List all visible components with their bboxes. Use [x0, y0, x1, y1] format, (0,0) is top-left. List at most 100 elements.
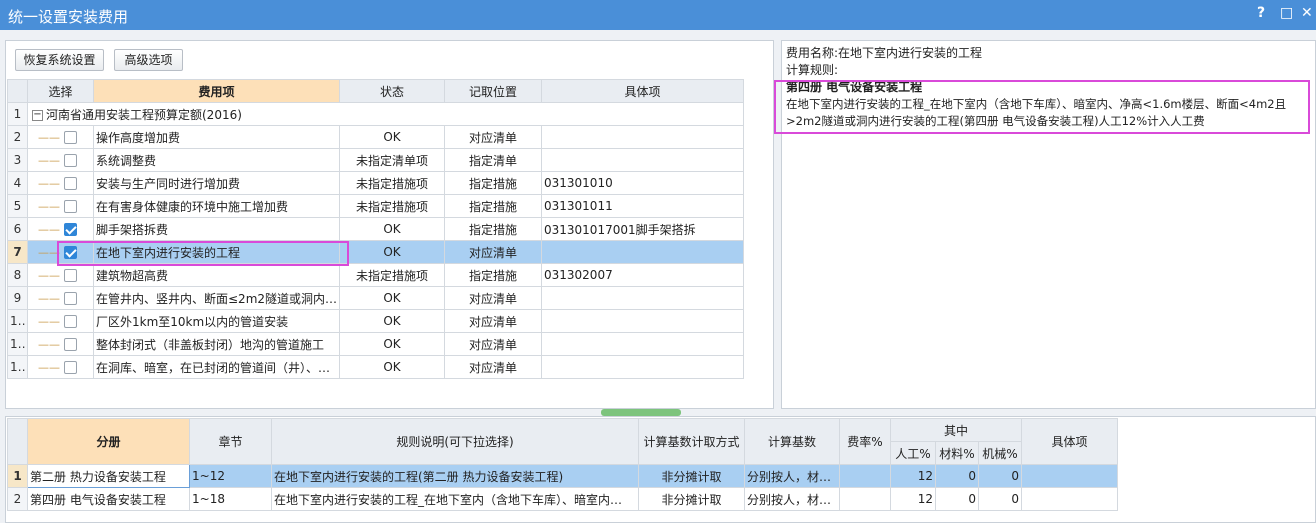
fee-item-cell[interactable]: 脚手架搭拆费 — [93, 217, 340, 241]
rate-cell[interactable] — [839, 464, 891, 488]
fee-item-cell[interactable]: 厂区外1km至10km以内的管道安装 — [93, 309, 340, 333]
select-checkbox[interactable] — [63, 177, 77, 190]
col-header-labor[interactable]: 人工% — [890, 441, 936, 465]
select-checkbox[interactable] — [63, 361, 77, 374]
chapter-cell[interactable]: 1~12 — [189, 464, 272, 488]
fee-item-cell[interactable]: 系统调整费 — [93, 148, 340, 172]
base-cell[interactable]: 分别按人，材，机取费 — [744, 487, 840, 511]
table-row[interactable]: 7 —— 在地下室内进行安装的工程 OK 对应清单 — [7, 240, 744, 264]
table-row[interactable]: 11 —— 整体封闭式（非盖板封闭）地沟的管道施工 OK 对应清单 — [7, 332, 744, 356]
chapter-cell[interactable]: 1~18 — [189, 487, 272, 511]
select-checkbox[interactable] — [63, 154, 77, 167]
col-header-rule[interactable]: 规则说明(可下拉选择) — [271, 418, 639, 465]
advanced-options-button[interactable]: 高级选项 — [114, 49, 183, 71]
maximize-icon[interactable]: □ — [1280, 5, 1293, 21]
detail-cell[interactable] — [541, 355, 744, 379]
select-checkbox[interactable] — [63, 246, 77, 259]
detail-cell[interactable] — [541, 286, 744, 310]
detail-cell[interactable]: 031302007 — [541, 263, 744, 287]
volume-cell[interactable]: 第四册 电气设备安装工程 — [27, 487, 190, 511]
position-cell[interactable]: 对应清单 — [444, 286, 542, 310]
fee-item-cell[interactable]: 建筑物超高费 — [93, 263, 340, 287]
detail-cell[interactable] — [541, 240, 744, 264]
fee-item-cell[interactable]: 在洞库、暗室，在已封闭的管道间（井）、… — [93, 355, 340, 379]
position-cell[interactable]: 对应清单 — [444, 240, 542, 264]
col-header-detail[interactable]: 具体项 — [1021, 418, 1118, 465]
rule-cell[interactable]: 在地下室内进行安装的工程(第二册 热力设备安装工程) — [271, 464, 639, 488]
col-header-detail[interactable]: 具体项 — [541, 79, 744, 103]
table-row[interactable]: 4 —— 安装与生产同时进行增加费 未指定措施项 指定措施 031301010 — [7, 171, 744, 195]
labor-cell[interactable]: 12 — [890, 487, 936, 511]
detail-cell[interactable] — [541, 148, 744, 172]
machine-cell[interactable]: 0 — [978, 464, 1022, 488]
fee-item-cell[interactable]: 整体封闭式（非盖板封闭）地沟的管道施工 — [93, 332, 340, 356]
method-cell[interactable]: 非分摊计取 — [638, 487, 745, 511]
select-checkbox[interactable] — [63, 131, 77, 144]
position-cell[interactable]: 对应清单 — [444, 355, 542, 379]
position-cell[interactable]: 对应清单 — [444, 309, 542, 333]
base-cell[interactable]: 分别按人，材，机取费 — [744, 464, 840, 488]
fee-item-cell[interactable]: 操作高度增加费 — [93, 125, 340, 149]
help-icon[interactable]: ? — [1257, 5, 1265, 21]
col-header-select[interactable]: 选择 — [27, 79, 94, 103]
table-row[interactable]: 9 —— 在管井内、竖井内、断面≤2m2隧道或洞内… OK 对应清单 — [7, 286, 744, 310]
table-row[interactable]: 2 第四册 电气设备安装工程 1~18 在地下室内进行安装的工程_在地下室内（含地下车… — [7, 487, 1118, 511]
position-cell[interactable]: 指定措施 — [444, 171, 542, 195]
table-row[interactable]: 6 —— 脚手架搭拆费 OK 指定措施 031301017001脚手架搭拆 — [7, 217, 744, 241]
table-row[interactable]: 5 —— 在有害身体健康的环境中施工增加费 未指定措施项 指定措施 031301011 — [7, 194, 744, 218]
col-header-material[interactable]: 材料% — [935, 441, 979, 465]
machine-cell[interactable]: 0 — [978, 487, 1022, 511]
material-cell[interactable]: 0 — [935, 487, 979, 511]
table-row[interactable]: 12 —— 在洞库、暗室，在已封闭的管道间（井）、… OK 对应清单 — [7, 355, 744, 379]
rule-cell[interactable]: 在地下室内进行安装的工程_在地下室内（含地下车库）、暗室内… — [271, 487, 639, 511]
position-cell[interactable]: 指定措施 — [444, 263, 542, 287]
position-cell[interactable]: 指定措施 — [444, 194, 542, 218]
col-header-position[interactable]: 记取位置 — [444, 79, 542, 103]
panel-splitter-handle[interactable] — [601, 409, 681, 416]
col-header-chapter[interactable]: 章节 — [189, 418, 272, 465]
table-row[interactable]: 10 —— 厂区外1km至10km以内的管道安装 OK 对应清单 — [7, 309, 744, 333]
detail-cell[interactable] — [541, 332, 744, 356]
col-header-volume[interactable]: 分册 — [27, 418, 190, 465]
detail-cell[interactable]: 031301011 — [541, 194, 744, 218]
select-checkbox[interactable] — [63, 223, 77, 236]
position-cell[interactable]: 指定清单 — [444, 148, 542, 172]
select-checkbox[interactable] — [63, 338, 77, 351]
fee-item-cell[interactable]: 在地下室内进行安装的工程 — [93, 240, 340, 264]
volume-cell[interactable]: 第二册 热力设备安装工程 — [27, 464, 190, 488]
col-header-status[interactable]: 状态 — [339, 79, 445, 103]
detail-cell[interactable] — [541, 309, 744, 333]
position-cell[interactable]: 对应清单 — [444, 125, 542, 149]
close-icon[interactable]: ✕ — [1301, 5, 1313, 21]
table-row[interactable]: 8 —— 建筑物超高费 未指定措施项 指定措施 031302007 — [7, 263, 744, 287]
col-header-base[interactable]: 计算基数 — [744, 418, 840, 465]
col-header-machine[interactable]: 机械% — [978, 441, 1022, 465]
material-cell[interactable]: 0 — [935, 464, 979, 488]
col-header-fee-item[interactable]: 费用项 — [93, 79, 340, 103]
table-row[interactable]: 1 第二册 热力设备安装工程 1~12 在地下室内进行安装的工程(第二册 热力设备安装… — [7, 464, 1118, 488]
detail-cell[interactable] — [541, 125, 744, 149]
rate-cell[interactable] — [839, 487, 891, 511]
fee-item-cell[interactable]: 安装与生产同时进行增加费 — [93, 171, 340, 195]
collapse-icon[interactable]: − — [32, 109, 43, 121]
labor-cell[interactable]: 12 — [890, 464, 936, 488]
select-checkbox[interactable] — [63, 315, 77, 328]
select-checkbox[interactable] — [63, 292, 77, 305]
group-row[interactable]: 1 − 河南省通用安装工程预算定额(2016) — [7, 102, 744, 126]
detail-cell[interactable] — [1021, 464, 1118, 488]
fee-item-cell[interactable]: 在有害身体健康的环境中施工增加费 — [93, 194, 340, 218]
detail-cell[interactable] — [1021, 487, 1118, 511]
restore-system-settings-button[interactable]: 恢复系统设置 — [15, 49, 104, 71]
col-header-method[interactable]: 计算基数计取方式 — [638, 418, 745, 465]
position-cell[interactable]: 对应清单 — [444, 332, 542, 356]
table-row[interactable]: 2 —— 操作高度增加费 OK 对应清单 — [7, 125, 744, 149]
fee-item-cell[interactable]: 在管井内、竖井内、断面≤2m2隧道或洞内… — [93, 286, 340, 310]
method-cell[interactable]: 非分摊计取 — [638, 464, 745, 488]
table-row[interactable]: 3 —— 系统调整费 未指定清单项 指定清单 — [7, 148, 744, 172]
select-checkbox[interactable] — [63, 200, 77, 213]
select-checkbox[interactable] — [63, 269, 77, 282]
col-header-rate[interactable]: 费率% — [839, 418, 891, 465]
detail-cell[interactable]: 031301010 — [541, 171, 744, 195]
detail-cell[interactable]: 031301017001脚手架搭拆 — [541, 217, 744, 241]
position-cell[interactable]: 指定措施 — [444, 217, 542, 241]
